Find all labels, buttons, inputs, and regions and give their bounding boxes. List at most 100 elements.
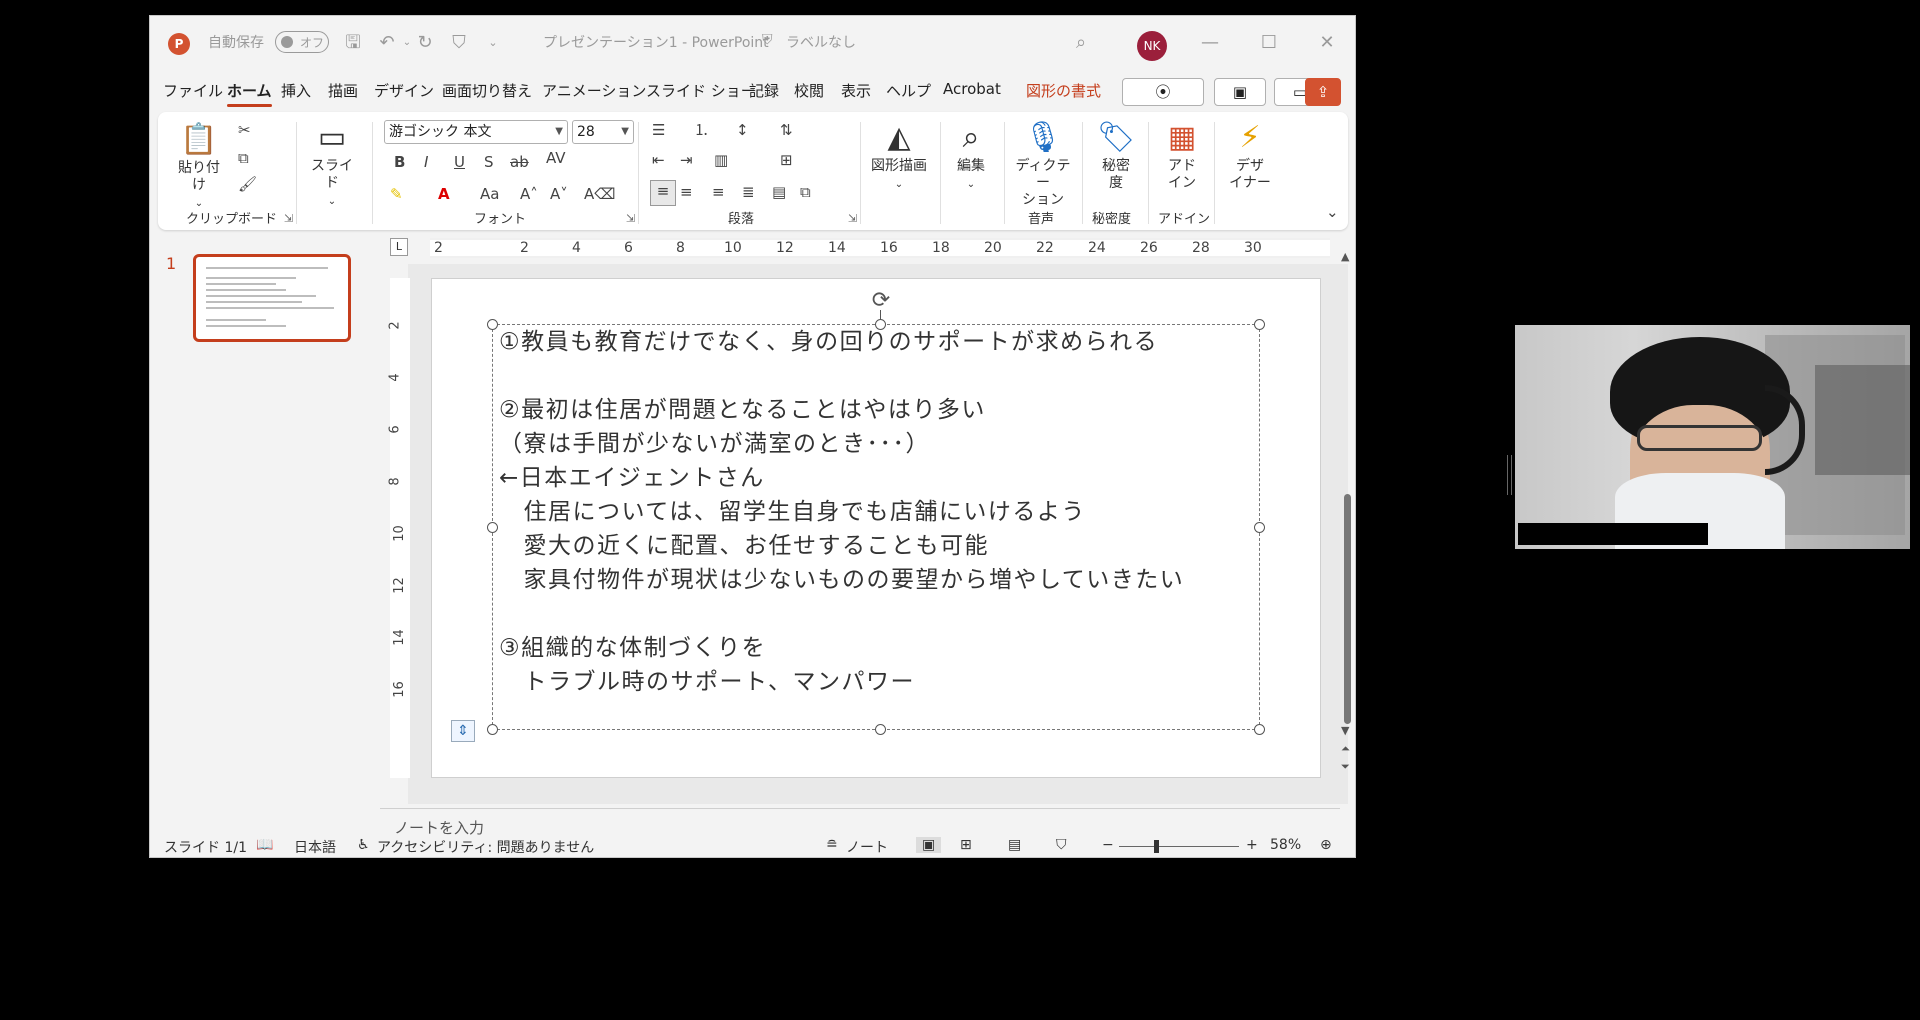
undo-icon[interactable]: ↶ — [376, 32, 398, 54]
clipboard-launcher-icon[interactable]: ⇲ — [284, 212, 293, 225]
tab-record[interactable]: 記録 — [749, 80, 779, 101]
shapes-button[interactable]: ◭ 図形描画 ⌄ — [866, 118, 932, 193]
rotate-handle-icon[interactable]: ⟳ — [868, 288, 894, 314]
font-launcher-icon[interactable]: ⇲ — [626, 212, 635, 225]
save-icon[interactable]: 🖫 — [342, 32, 364, 54]
tab-draw[interactable]: 描画 — [328, 80, 358, 101]
change-case-icon[interactable]: Aa — [480, 184, 499, 204]
strikethrough-icon[interactable]: ab — [510, 152, 529, 172]
search-icon[interactable]: ⌕ — [1070, 32, 1092, 54]
align-center-icon[interactable]: ≡ — [680, 182, 693, 202]
copy-icon[interactable]: ⧉ — [238, 148, 249, 168]
tab-slideshow[interactable]: スライド ショー — [646, 80, 756, 101]
accessibility-status[interactable]: アクセシビリティ: 問題ありません — [377, 837, 594, 857]
language-status[interactable]: 日本語 — [294, 837, 336, 857]
tab-file[interactable]: ファイル — [163, 80, 223, 101]
close-icon[interactable]: ✕ — [1312, 31, 1342, 55]
shrink-font-icon[interactable]: A˅ — [550, 184, 568, 204]
paste-button[interactable]: 📋 貼り付け ⌄ — [174, 120, 224, 212]
customize-toolbar-icon[interactable]: ⌄ — [482, 32, 504, 54]
decrease-indent-icon[interactable]: ⇤ — [652, 150, 665, 170]
tab-insert[interactable]: 挿入 — [281, 80, 311, 101]
sensitivity-label[interactable]: ラベルなし — [786, 32, 856, 52]
avatar[interactable]: NK — [1137, 31, 1167, 61]
italic-icon[interactable]: I — [424, 152, 428, 172]
scroll-down-icon[interactable]: ▼ — [1341, 724, 1349, 737]
font-color-icon[interactable]: A — [438, 184, 450, 204]
resize-handle[interactable] — [1254, 319, 1265, 330]
tab-transitions[interactable]: 画面切り替え — [442, 80, 532, 101]
zoom-slider[interactable] — [1119, 846, 1239, 847]
bullets-icon[interactable]: ☰ — [652, 120, 665, 140]
slideshow-view-icon[interactable]: ⛉ — [1056, 837, 1067, 853]
resize-handle[interactable] — [1254, 522, 1265, 533]
zoom-slider-thumb[interactable] — [1154, 840, 1159, 853]
collapse-ribbon-icon[interactable]: ⌄ — [1326, 202, 1339, 222]
normal-view-icon[interactable]: ▣ — [916, 837, 942, 853]
tab-review[interactable]: 校閲 — [794, 80, 824, 101]
clear-formatting-icon[interactable]: A⌫ — [584, 184, 615, 204]
char-spacing-icon[interactable]: AV — [546, 148, 566, 168]
zoom-in-icon[interactable]: + — [1246, 837, 1258, 853]
resize-handle[interactable] — [487, 724, 498, 735]
zoom-out-icon[interactable]: − — [1102, 837, 1114, 853]
dictate-button[interactable]: 🎙 ディクテー ション — [1010, 118, 1076, 209]
slide-thumbnail[interactable] — [193, 254, 351, 342]
format-painter-icon[interactable]: 🖌 — [238, 174, 257, 194]
scroll-up-icon[interactable]: ▲ — [1341, 250, 1349, 263]
zoom-level[interactable]: 58% — [1270, 837, 1301, 853]
maximize-icon[interactable]: ☐ — [1254, 31, 1284, 55]
tab-home[interactable]: ホーム — [227, 80, 272, 107]
start-slideshow-icon[interactable]: ⛉ — [448, 32, 470, 54]
new-slide-button[interactable]: ▭ スライド ⌄ — [308, 118, 356, 210]
resize-handle[interactable] — [487, 319, 498, 330]
resize-handle[interactable] — [487, 522, 498, 533]
highlight-icon[interactable]: ✎ — [390, 184, 403, 204]
previous-slide-icon[interactable]: ⏶ — [1341, 742, 1350, 756]
sensitivity-button[interactable]: 🏷 秘密 度 — [1088, 118, 1144, 192]
designer-button[interactable]: ⚡ デザ イナー — [1222, 118, 1278, 192]
vertical-scrollbar[interactable]: ▲ ▼ ⏶ ⏷ — [1340, 246, 1354, 776]
video-divider-handle[interactable] — [1507, 455, 1512, 495]
minimize-icon[interactable]: — — [1195, 31, 1225, 55]
tab-design[interactable]: デザイン — [374, 80, 434, 101]
underline-icon[interactable]: U — [454, 152, 465, 172]
align-right-icon[interactable]: ≡ — [712, 182, 725, 202]
share-button[interactable]: ⇪ — [1305, 78, 1341, 106]
cut-icon[interactable]: ✂ — [238, 120, 251, 140]
slide-sorter-icon[interactable]: ⊞ — [960, 837, 972, 853]
next-slide-icon[interactable]: ⏷ — [1341, 760, 1350, 774]
present-button[interactable]: ▣ — [1214, 78, 1266, 106]
justify-icon[interactable]: ≣ — [742, 182, 755, 202]
shadow-icon[interactable]: S — [484, 152, 494, 172]
tab-help[interactable]: ヘルプ — [886, 80, 931, 101]
text-direction-icon[interactable]: ⇅ — [780, 120, 793, 140]
align-left-icon[interactable]: ≡ — [650, 180, 676, 206]
increase-indent-icon[interactable]: ⇥ — [680, 150, 693, 170]
bold-icon[interactable]: B — [394, 152, 405, 172]
editing-button[interactable]: ⌕ 編集 ⌄ — [948, 118, 994, 193]
reading-view-icon[interactable]: ▤ — [1008, 837, 1021, 853]
columns-icon[interactable]: ▥ — [714, 150, 728, 170]
addins-button[interactable]: ▦ アド イン — [1154, 118, 1210, 192]
numbering-icon[interactable]: ⒈ — [694, 120, 709, 140]
scrollbar-thumb[interactable] — [1344, 494, 1351, 724]
autosave-toggle[interactable]: オフ — [275, 31, 329, 53]
paragraph-launcher-icon[interactable]: ⇲ — [848, 212, 857, 225]
resize-handle[interactable] — [875, 724, 886, 735]
notes-toggle[interactable]: ノート — [846, 837, 888, 857]
grow-font-icon[interactable]: A˄ — [520, 184, 538, 204]
spelling-icon[interactable]: 📖 — [256, 837, 273, 853]
redo-icon[interactable]: ↻ — [414, 32, 436, 54]
tab-selector[interactable]: L — [390, 238, 408, 256]
font-name-select[interactable]: 游ゴシック 本文 ▼ — [384, 120, 568, 144]
distribute-icon[interactable]: ▤ — [772, 182, 786, 202]
record-button[interactable]: ⦿ — [1122, 78, 1204, 106]
fit-to-window-icon[interactable]: ⊕ — [1320, 837, 1332, 853]
tab-view[interactable]: 表示 — [841, 80, 871, 101]
tab-shape-format[interactable]: 図形の書式 — [1026, 80, 1101, 101]
font-size-select[interactable]: 28 ▼ — [572, 120, 634, 144]
line-spacing-icon[interactable]: ↕ — [736, 120, 749, 140]
tab-animations[interactable]: アニメーション — [542, 80, 646, 101]
tab-acrobat[interactable]: Acrobat — [943, 80, 1001, 98]
